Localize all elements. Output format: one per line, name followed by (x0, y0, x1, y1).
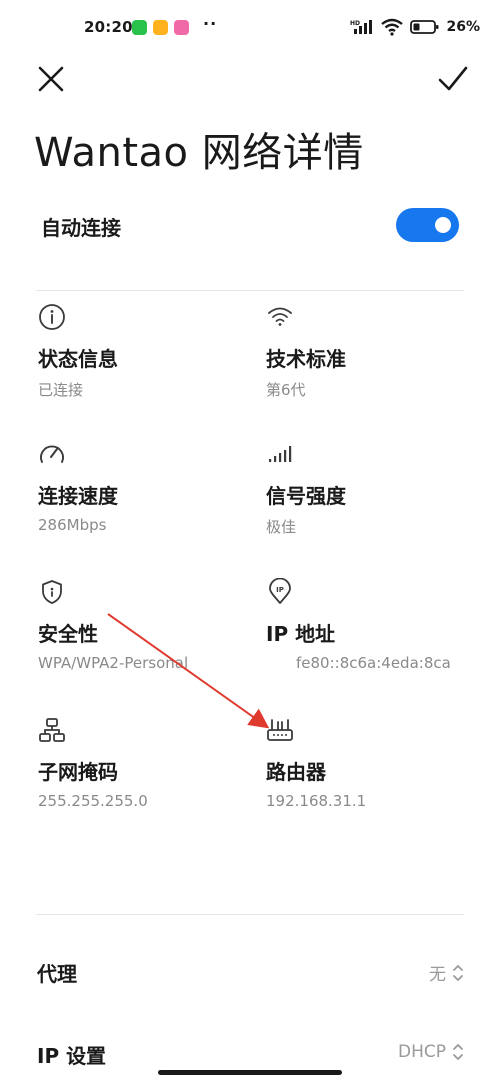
detail-value: fe80::8c6a:4eda:8ca (296, 654, 451, 672)
close-icon (38, 66, 64, 92)
chevron-up-down-icon (453, 964, 463, 981)
ip-settings-label: IP 设置 (37, 1044, 107, 1068)
detail-title: 技术标准 (266, 347, 346, 371)
detail-value: 第6代 (266, 381, 306, 399)
ip-settings-select[interactable]: DHCP (398, 1042, 464, 1062)
detail-title: 状态信息 (38, 347, 118, 371)
shield-icon (42, 580, 62, 604)
status-indicators: HD 26% (350, 18, 480, 36)
page-title: Wantao 网络详情 (34, 130, 364, 176)
status-time: 20:20 (84, 18, 133, 36)
detail-value: 极佳 (266, 518, 297, 536)
cellular-signal-icon: HD (350, 19, 374, 35)
more-notifications-icon: ·· (203, 14, 218, 33)
detail-title: 连接速度 (38, 484, 118, 508)
hd-label: HD (350, 20, 360, 27)
detail-title: 信号强度 (266, 484, 346, 508)
signal-bars-icon (269, 446, 292, 462)
detail-title: 安全性 (38, 622, 98, 646)
checkmark-icon (438, 66, 468, 91)
ip-pin-icon: IP (269, 578, 291, 604)
battery-icon (410, 19, 440, 35)
detail-value: 255.255.255.0 (38, 792, 148, 810)
divider (36, 914, 464, 915)
detail-value: 286Mbps (38, 516, 107, 534)
close-button[interactable] (34, 62, 68, 96)
auto-connect-toggle[interactable] (396, 208, 459, 242)
chevron-up-down-icon (453, 1044, 463, 1060)
ip-settings-value: DHCP (398, 1042, 446, 1062)
detail-title: 子网掩码 (38, 760, 118, 784)
divider (36, 290, 464, 291)
detail-value: WPA/WPA2-Personal (38, 654, 189, 672)
proxy-value: 无 (429, 965, 446, 985)
wifi-status-icon (380, 18, 404, 36)
svg-text:IP: IP (276, 586, 284, 594)
proxy-row[interactable]: 代理 无 (0, 948, 500, 998)
confirm-button[interactable] (436, 62, 470, 96)
status-bar: 20:20 ·· HD 26% (0, 0, 500, 58)
detail-value: 192.168.31.1 (266, 792, 367, 810)
detail-title: 路由器 (266, 760, 326, 784)
proxy-label: 代理 (37, 962, 77, 986)
speed-gauge-icon (40, 445, 64, 463)
app-icon-pink (174, 20, 189, 35)
wechat-icon (132, 20, 147, 35)
network-topology-icon (39, 718, 65, 742)
proxy-select[interactable]: 无 (429, 960, 464, 985)
detail-value: 已连接 (38, 381, 84, 399)
auto-connect-label: 自动连接 (41, 216, 121, 240)
battery-percent: 26% (446, 19, 480, 35)
toggle-knob (435, 217, 451, 233)
router-icon (267, 719, 293, 741)
info-icon (39, 304, 65, 330)
detail-title: IP 地址 (266, 622, 336, 646)
auto-connect-row[interactable]: 自动连接 (0, 196, 500, 258)
wifi-icon (268, 307, 292, 326)
home-indicator[interactable] (158, 1070, 342, 1075)
app-icon-orange (153, 20, 168, 35)
